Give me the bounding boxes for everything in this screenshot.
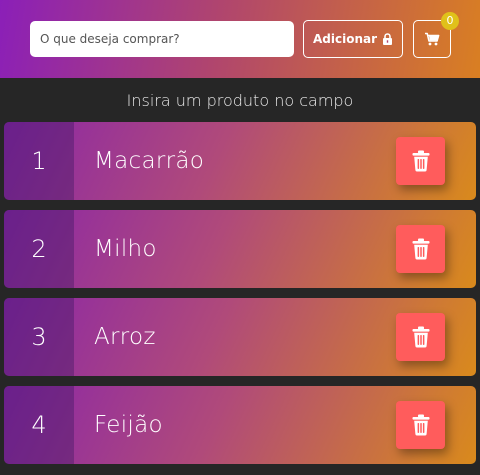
trash-icon (412, 414, 429, 436)
item-number: 3 (4, 298, 74, 376)
empty-hint-text: Insira um produto no campo (126, 91, 354, 110)
shopping-list: 1 Macarrão 2 Milho 3 Arroz 4 Feijão (4, 122, 476, 474)
item-number: 1 (4, 122, 74, 200)
trash-icon (412, 238, 429, 260)
lock-icon (383, 33, 393, 45)
delete-button[interactable] (396, 313, 445, 361)
delete-button[interactable] (396, 225, 445, 273)
cart-icon (425, 32, 440, 46)
list-item: 2 Milho (4, 210, 476, 288)
item-name: Milho (94, 236, 157, 262)
header-bar: Adicionar 0 (0, 0, 480, 78)
item-number: 2 (4, 210, 74, 288)
delete-button[interactable] (396, 401, 445, 449)
search-input[interactable] (30, 21, 294, 57)
cart-count-badge: 0 (441, 12, 459, 30)
add-button[interactable]: Adicionar (303, 20, 403, 58)
list-item: 1 Macarrão (4, 122, 476, 200)
add-button-label: Adicionar (312, 32, 378, 46)
list-item: 3 Arroz (4, 298, 476, 376)
item-name: Arroz (94, 324, 156, 350)
trash-icon (412, 150, 429, 172)
delete-button[interactable] (396, 137, 445, 185)
item-name: Feijão (94, 412, 163, 438)
item-number: 4 (4, 386, 74, 464)
trash-icon (412, 326, 429, 348)
list-item: 4 Feijão (4, 386, 476, 464)
item-name: Macarrão (94, 148, 205, 174)
